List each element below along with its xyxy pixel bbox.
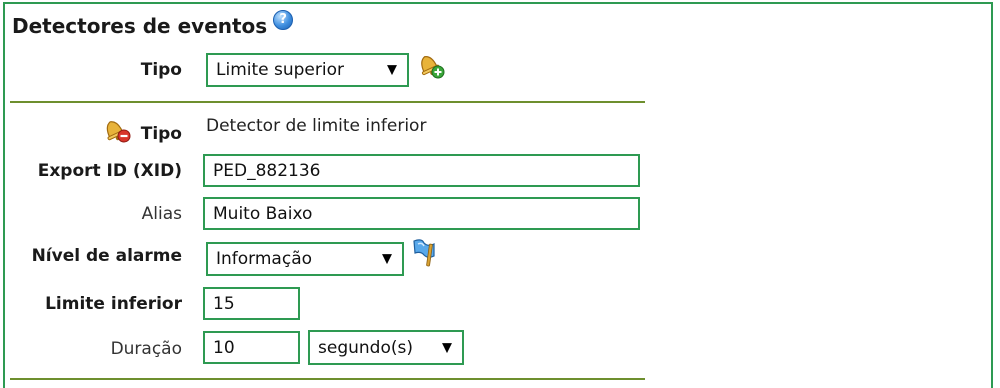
help-icon[interactable]: ? [273, 10, 294, 30]
alarm-level-label: Nível de alarme [31, 246, 182, 266]
xid-label: Export ID (XID) [37, 161, 182, 181]
detector-type-value: Detector de limite inferior [206, 116, 427, 136]
type-select[interactable]: Limite superior ▼ [206, 53, 409, 87]
separator [10, 101, 645, 103]
detector-type-label: Tipo [140, 124, 182, 144]
lower-limit-label: Limite inferior [45, 294, 182, 314]
duration-unit-select[interactable]: segundo(s) ▼ [308, 330, 464, 365]
bell-add-icon[interactable] [414, 50, 446, 80]
alias-label: Alias [141, 204, 182, 224]
chevron-down-icon: ▼ [442, 340, 452, 355]
chevron-down-icon: ▼ [387, 62, 397, 78]
duration-input[interactable]: 10 [203, 331, 300, 364]
chevron-down-icon: ▼ [382, 251, 392, 267]
type-select-value: Limite superior [216, 60, 344, 80]
xid-input[interactable]: PED_882136 [203, 154, 640, 187]
flag-icon[interactable] [410, 238, 438, 268]
separator [10, 378, 645, 380]
section-title: Detectores de eventos ? [12, 10, 294, 38]
alarm-level-select[interactable]: Informação ▼ [206, 242, 404, 276]
duration-label: Duração [110, 339, 182, 359]
alias-input[interactable]: Muito Baixo [203, 197, 640, 230]
type-label: Tipo [140, 60, 182, 80]
bell-delete-icon[interactable] [100, 116, 132, 144]
section-title-text: Detectores de eventos [12, 14, 268, 38]
duration-unit-value: segundo(s) [318, 337, 413, 358]
lower-limit-input[interactable]: 15 [203, 287, 300, 320]
alarm-level-value: Informação [216, 249, 313, 269]
